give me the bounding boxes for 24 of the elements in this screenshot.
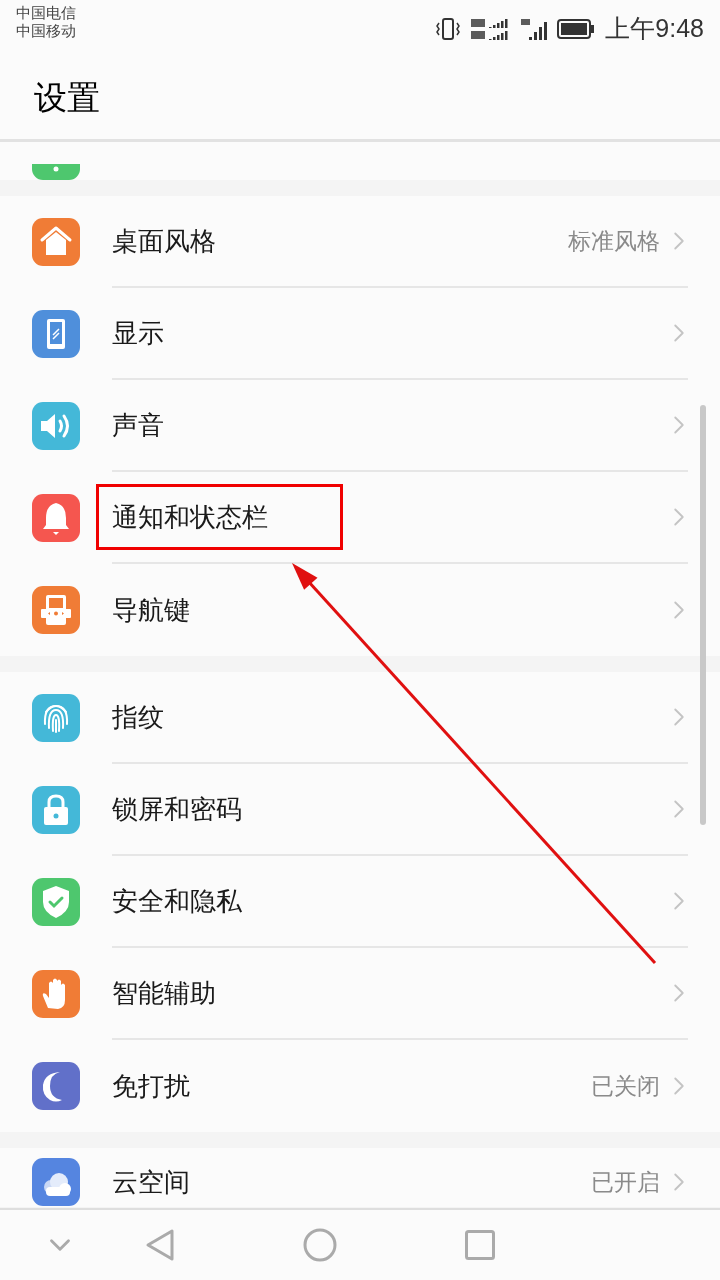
carrier-name: 中国电信 — [16, 4, 76, 22]
setting-value: 标准风格 — [568, 226, 660, 256]
back-icon[interactable] — [144, 1228, 176, 1262]
vibrate-icon — [435, 16, 462, 41]
clock-time: 上午9:48 — [605, 13, 704, 44]
setting-label[interactable]: 声音 — [112, 405, 164, 445]
setting-label[interactable]: 安全和隐私 — [112, 881, 242, 921]
home-icon[interactable] — [303, 1228, 337, 1262]
page-title: 设置 — [34, 77, 100, 118]
setting-label[interactable]: 桌面风格 — [112, 221, 216, 261]
carrier-name: 中国移动 — [16, 22, 76, 40]
setting-value: 已关闭 — [591, 1071, 660, 1101]
setting-value: 已开启 — [591, 1167, 660, 1197]
setting-label[interactable]: 免打扰 — [112, 1066, 190, 1106]
setting-label[interactable]: 通知和状态栏 — [96, 484, 343, 550]
setting-label[interactable]: 智能辅助 — [112, 973, 216, 1013]
signal-icon — [521, 16, 548, 41]
recents-icon[interactable] — [465, 1230, 495, 1260]
setting-label[interactable]: 导航键 — [112, 590, 190, 630]
setting-label[interactable]: 云空间 — [112, 1162, 190, 1202]
setting-label[interactable]: 指纹 — [112, 697, 164, 737]
setting-label[interactable]: 显示 — [112, 313, 164, 353]
battery-icon — [557, 18, 596, 39]
setting-label[interactable]: 锁屏和密码 — [112, 789, 242, 829]
